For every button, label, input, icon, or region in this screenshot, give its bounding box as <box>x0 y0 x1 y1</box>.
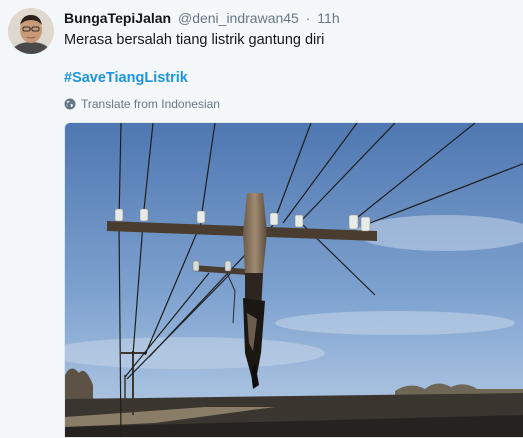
display-name[interactable]: BungaTepiJalan <box>64 10 171 26</box>
tweet-header: BungaTepiJalan @deni_indrawan45 · 11h <box>64 9 340 27</box>
translate-button[interactable]: Translate from Indonesian <box>64 96 220 112</box>
separator-dot: · <box>305 10 311 26</box>
globe-icon <box>64 98 76 110</box>
timestamp[interactable]: 11h <box>317 10 339 26</box>
photo-utility-pole <box>65 123 523 437</box>
avatar-image <box>8 8 54 54</box>
hashtag-link[interactable]: #SaveTiangListrik <box>64 69 188 88</box>
translate-label: Translate from Indonesian <box>81 97 220 111</box>
tweet: BungaTepiJalan @deni_indrawan45 · 11h Me… <box>0 0 523 438</box>
tweet-text: Merasa bersalah tiang listrik gantung di… <box>64 32 325 48</box>
tweet-photo[interactable] <box>64 122 523 438</box>
avatar[interactable] <box>8 8 54 54</box>
username[interactable]: @deni_indrawan45 <box>178 10 299 26</box>
